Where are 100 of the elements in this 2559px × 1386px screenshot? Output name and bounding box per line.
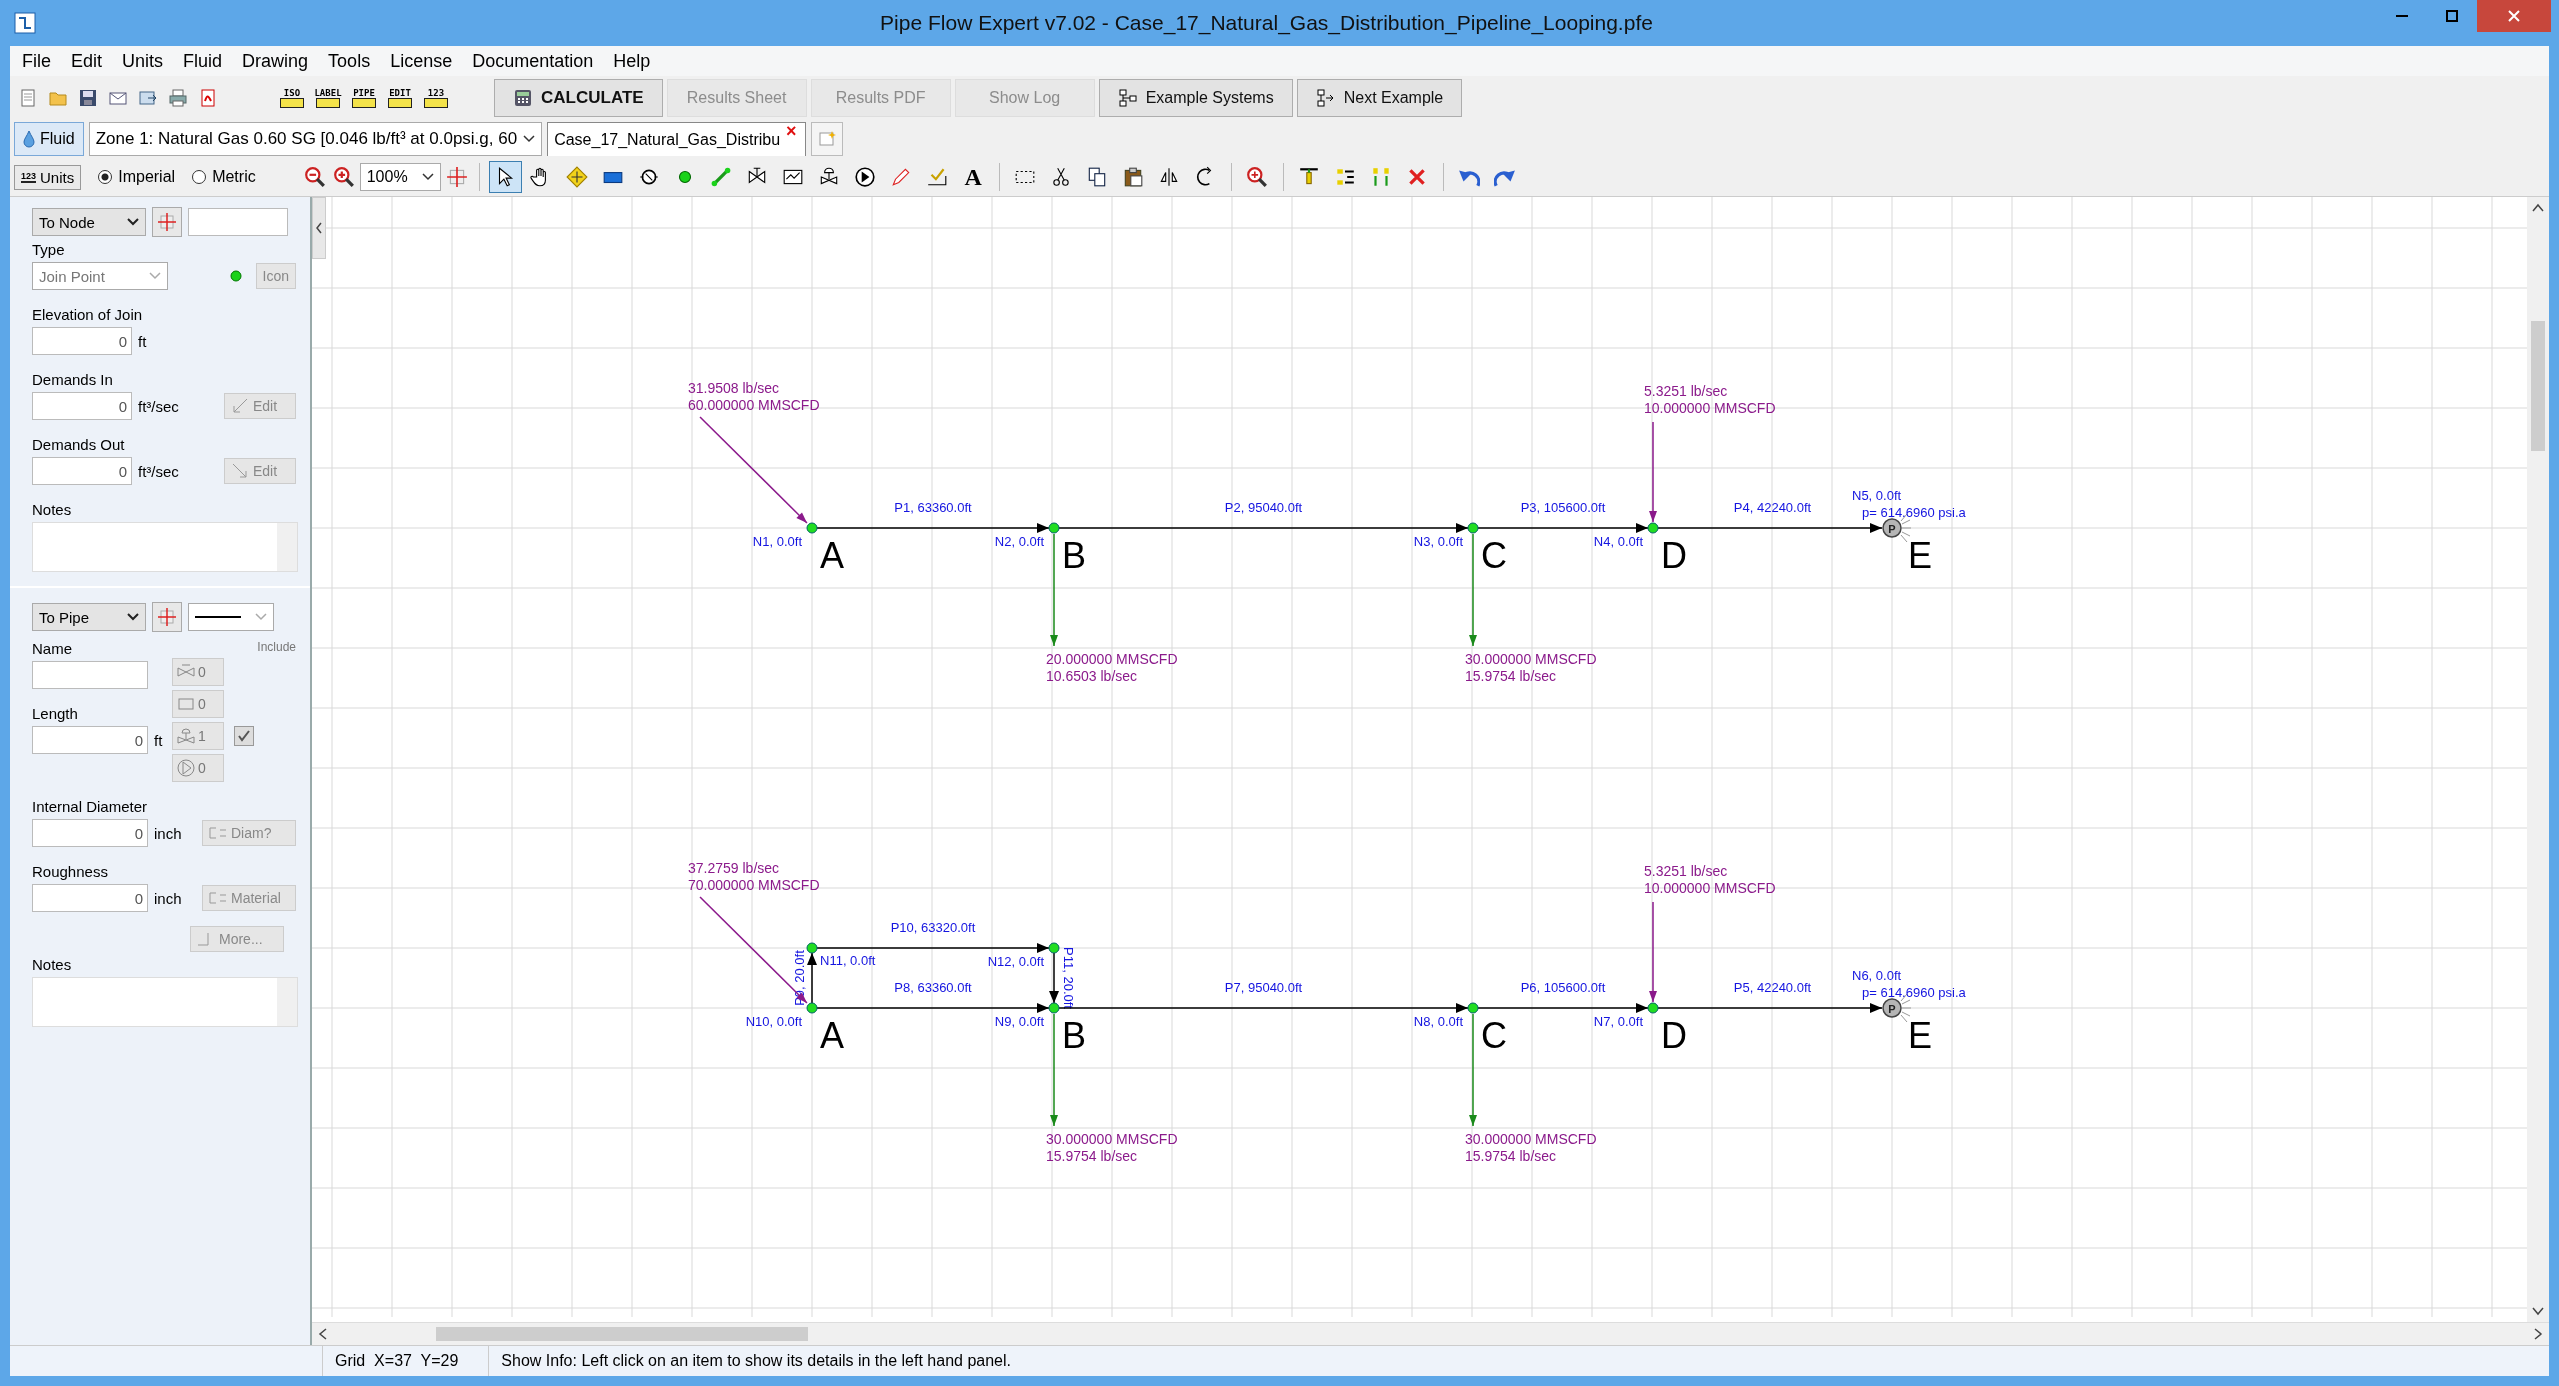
number-field[interactable]: 0 bbox=[32, 726, 148, 754]
scroll-thumb[interactable] bbox=[2531, 321, 2545, 451]
move-icon bbox=[566, 166, 589, 188]
notes-field[interactable] bbox=[32, 977, 298, 1027]
notes-field[interactable] bbox=[32, 522, 298, 572]
zone-dropdown[interactable]: Zone 1: Natural Gas 0.60 SG [0.046 lb/ft³ at 0.0psi.g, 60 bbox=[88, 122, 543, 156]
number-field[interactable]: 0 bbox=[32, 457, 132, 485]
pipe-arrow[interactable] bbox=[1657, 1003, 1883, 1013]
caret-icon bbox=[255, 613, 267, 621]
component-button[interactable]: 0 bbox=[172, 658, 224, 686]
regulator-icon bbox=[176, 726, 196, 746]
demand-arrow[interactable] bbox=[699, 896, 808, 1004]
fluid-button[interactable]: Fluid bbox=[14, 122, 84, 156]
menu-item[interactable]: Fluid bbox=[173, 50, 233, 72]
menu-item[interactable]: Documentation bbox=[462, 50, 604, 72]
demand-label: 20.000000 MMSCFD 10.6503 lb/sec bbox=[1046, 651, 1178, 684]
action-button[interactable]: Next Example bbox=[1296, 79, 1463, 117]
join-node[interactable] bbox=[1467, 1002, 1479, 1014]
pipe-arrow[interactable] bbox=[1049, 952, 1059, 1004]
component-button[interactable]: 1 bbox=[172, 722, 224, 750]
join-node[interactable] bbox=[1647, 522, 1659, 534]
demand-arrow[interactable] bbox=[1469, 533, 1477, 647]
pipe-arrow[interactable] bbox=[1477, 1003, 1649, 1013]
node-target-dropdown[interactable]: To Node bbox=[32, 208, 146, 236]
node-letter: A bbox=[820, 535, 844, 576]
node-letter: C bbox=[1481, 1015, 1507, 1056]
join-node[interactable] bbox=[1048, 522, 1060, 534]
join-node[interactable] bbox=[806, 1002, 818, 1014]
menu-item[interactable]: Drawing bbox=[232, 50, 319, 72]
vertical-scrollbar[interactable] bbox=[2527, 197, 2549, 1322]
node-id-field[interactable] bbox=[188, 208, 288, 236]
menu-item[interactable]: Help bbox=[603, 50, 661, 72]
pipe-arrow[interactable] bbox=[1477, 523, 1649, 533]
close-button[interactable] bbox=[2477, 0, 2551, 32]
pipe-target-dropdown[interactable]: To Pipe bbox=[32, 603, 146, 631]
print-button[interactable] bbox=[166, 86, 190, 110]
app-icon bbox=[14, 12, 36, 34]
units-button[interactable]: 123 Units bbox=[14, 164, 82, 190]
component-button[interactable]: 0 bbox=[172, 754, 224, 782]
pipe-arrow[interactable] bbox=[816, 1003, 1050, 1013]
node-label: N3, 0.0ft bbox=[1413, 534, 1463, 549]
menu-item[interactable]: Units bbox=[112, 50, 174, 72]
menu-item[interactable]: Edit bbox=[61, 50, 113, 72]
document-tab[interactable]: Case_17_Natural_Gas_Distribu × bbox=[547, 122, 806, 156]
number-field[interactable]: 0 bbox=[32, 327, 132, 355]
node-type-dropdown[interactable]: Join Point bbox=[32, 262, 168, 290]
scrollbar[interactable] bbox=[277, 978, 297, 1026]
new-document-icon bbox=[817, 130, 836, 148]
tab-close-button[interactable]: × bbox=[786, 123, 797, 139]
join-node[interactable] bbox=[806, 942, 818, 954]
pressure-label: p= 614.6960 psi.a bbox=[1862, 985, 1966, 1000]
node-label: N6, 0.0ft bbox=[1852, 968, 1902, 983]
drop-icon bbox=[23, 130, 35, 148]
demand-arrow[interactable] bbox=[1649, 901, 1657, 1003]
zoom-dropdown[interactable]: 100% bbox=[359, 163, 441, 191]
locate-button[interactable] bbox=[152, 602, 182, 632]
scrollbar[interactable] bbox=[277, 523, 297, 571]
demand-arrow[interactable] bbox=[1469, 1013, 1477, 1127]
menu-item[interactable]: File bbox=[12, 50, 61, 72]
menu-item[interactable]: Tools bbox=[318, 50, 381, 72]
pipe-arrow[interactable] bbox=[1657, 523, 1883, 533]
number-field[interactable]: 0 bbox=[32, 819, 148, 847]
demand-arrow[interactable] bbox=[1050, 533, 1058, 647]
pipe-arrow[interactable] bbox=[816, 943, 1050, 953]
join-node[interactable] bbox=[1467, 522, 1479, 534]
action-button[interactable]: CALCULATE bbox=[494, 79, 663, 117]
scroll-thumb[interactable] bbox=[436, 1327, 808, 1341]
view-button[interactable]: EDIT bbox=[386, 88, 414, 108]
include-checkbox[interactable] bbox=[234, 726, 254, 746]
view-button[interactable]: LABEL bbox=[314, 88, 342, 108]
pipe-arrow[interactable] bbox=[816, 523, 1050, 533]
action-button[interactable]: Example Systems bbox=[1098, 79, 1293, 117]
join-node[interactable] bbox=[1647, 1002, 1659, 1014]
pointer-tool-button[interactable] bbox=[488, 161, 522, 193]
text-tool-button[interactable]: A bbox=[956, 161, 990, 193]
arrow-in-icon bbox=[231, 397, 249, 415]
join-node[interactable] bbox=[1048, 942, 1060, 954]
node-label: N5, 0.0ft bbox=[1852, 488, 1902, 503]
window-title: Pipe Flow Expert v7.02 - Case_17_Natural_Gas_Distribution_Pipeline_Looping.pfe bbox=[880, 11, 1653, 35]
join-node[interactable] bbox=[1048, 1002, 1060, 1014]
view-button[interactable]: ISO bbox=[278, 88, 306, 108]
number-field[interactable]: 0 bbox=[32, 392, 132, 420]
view-button[interactable]: 123 bbox=[422, 88, 450, 108]
number-field[interactable]: 0 bbox=[32, 884, 148, 912]
demand-arrow[interactable] bbox=[1050, 1013, 1058, 1127]
locate-button[interactable] bbox=[152, 207, 182, 237]
zoom-icon bbox=[1246, 166, 1269, 188]
demand-arrow[interactable] bbox=[1649, 421, 1657, 523]
horizontal-scrollbar[interactable] bbox=[312, 1322, 2549, 1345]
unit-radio[interactable]: Imperial bbox=[98, 168, 176, 186]
pipe-arrow[interactable] bbox=[807, 952, 817, 1004]
pipe-name-field[interactable] bbox=[32, 661, 148, 689]
unit-radio[interactable]: Metric bbox=[192, 168, 256, 186]
pipe-arrow[interactable] bbox=[1058, 523, 1469, 533]
scroll-down-icon bbox=[2532, 1306, 2544, 1316]
line-style-dropdown[interactable] bbox=[188, 603, 274, 631]
join-node[interactable] bbox=[806, 522, 818, 534]
menu-item[interactable]: License bbox=[380, 50, 463, 72]
view-button[interactable]: PIPE bbox=[350, 88, 378, 108]
component-button[interactable]: 0 bbox=[172, 690, 224, 718]
